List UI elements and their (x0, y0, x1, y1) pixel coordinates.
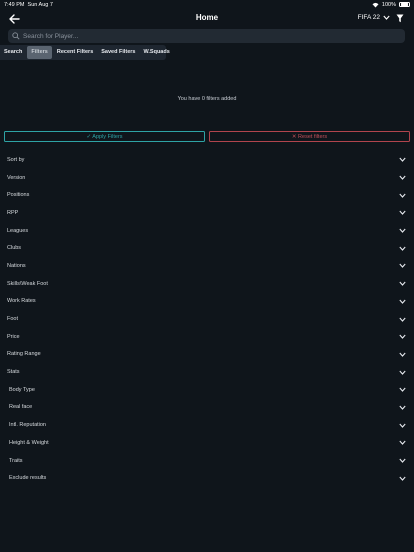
filter-label: Nations (7, 262, 26, 269)
chevron-down-icon (399, 476, 406, 481)
filter-label: Positions (7, 192, 30, 199)
filter-leagues[interactable]: Leagues (0, 222, 414, 240)
tab-search[interactable]: Search (0, 45, 26, 60)
search-bar[interactable] (8, 29, 405, 43)
chevron-down-icon (399, 193, 406, 198)
chevron-down-icon (399, 246, 406, 251)
filter-rpp[interactable]: RPP (0, 204, 414, 222)
filter-label: Rating Range (7, 351, 41, 358)
filter-traits[interactable]: Traits (0, 452, 414, 470)
battery-icon (399, 1, 410, 8)
status-right: 100% (372, 2, 410, 8)
filter-label: RPP (7, 209, 19, 216)
game-version-label: FIFA 22 (357, 14, 380, 21)
chevron-down-icon (399, 228, 406, 233)
apply-filters-button[interactable]: ✓ Apply Filters (4, 131, 205, 142)
tab-recent-filters[interactable]: Recent Filters (53, 45, 97, 60)
status-time-date: 7:49 PM Sun Aug 7 (4, 2, 53, 8)
filter-label: Foot (7, 316, 19, 323)
tab-filters[interactable]: Filters (27, 46, 52, 59)
filter-label: Price (7, 333, 20, 340)
tab-saved-filters[interactable]: Saved Filters (97, 45, 139, 60)
filter-body-type[interactable]: Body Type (0, 381, 414, 399)
filter-foot[interactable]: Foot (0, 310, 414, 328)
nav-bar: Home FIFA 22 (0, 10, 414, 28)
chevron-down-icon (399, 423, 406, 428)
filter-price[interactable]: Price (0, 328, 414, 346)
filter-work-rates[interactable]: Work Rates (0, 293, 414, 311)
filter-exclude-results[interactable]: Exclude results (0, 469, 414, 487)
filter-label: Version (7, 174, 26, 181)
chevron-down-icon (399, 370, 406, 375)
chevron-down-icon (399, 211, 406, 216)
chevron-down-icon (399, 157, 406, 163)
filter-label: Exclude results (9, 475, 47, 482)
filter-label: Traits (9, 457, 23, 464)
filter-version[interactable]: Version (0, 169, 414, 187)
chevron-down-icon (399, 175, 406, 180)
battery-percent: 100% (381, 1, 396, 8)
filter-nations[interactable]: Nations (0, 257, 414, 275)
filter-label: Sort by (7, 156, 25, 163)
search-icon (12, 32, 20, 40)
filter-label: Clubs (7, 245, 22, 252)
filter-real-face[interactable]: Real face (0, 399, 414, 417)
chevron-down-icon (383, 15, 390, 20)
filter-label: Intl. Reputation (9, 422, 46, 429)
chevron-down-icon (399, 387, 406, 393)
filter-skills-weak-foot[interactable]: Skills\Weak Foot (0, 275, 414, 293)
filter-label: Leagues (7, 227, 29, 234)
chevron-down-icon (399, 440, 406, 446)
filter-label: Real face (9, 404, 33, 411)
filter-height-weight[interactable]: Height & Weight (0, 434, 414, 452)
chevron-down-icon (399, 334, 406, 340)
empty-filters-message: You have 0 filters added (177, 96, 237, 102)
tab-w-squads[interactable]: W.Squads (140, 45, 174, 60)
tab-bar: Search Filters Recent Filters Saved Filt… (0, 45, 170, 60)
filter-intl-reputation[interactable]: Intl. Reputation (0, 416, 414, 434)
reset-filters-button[interactable]: ✕ Reset filters (209, 131, 410, 142)
chevron-down-icon (399, 352, 406, 357)
filter-clubs[interactable]: Clubs (0, 239, 414, 257)
filter-label: Body Type (9, 386, 35, 393)
filter-stats[interactable]: Stats (0, 363, 414, 381)
filter-sort-by[interactable]: Sort by (0, 151, 414, 169)
chevron-down-icon (399, 281, 406, 286)
filter-rating-range[interactable]: Rating Range (0, 346, 414, 364)
wifi-icon (372, 2, 379, 7)
status-bar: 7:49 PM Sun Aug 7 100% (0, 0, 414, 10)
chevron-down-icon (399, 405, 406, 410)
filter-label: Skills\Weak Foot (7, 280, 48, 287)
chevron-down-icon (399, 317, 406, 322)
filter-label: Work Rates (7, 298, 36, 305)
page-title: Home (195, 13, 219, 22)
game-version-select[interactable]: FIFA 22 (358, 14, 390, 21)
filter-label: Stats (7, 369, 20, 376)
chevron-down-icon (399, 299, 406, 304)
search-input[interactable] (23, 32, 405, 40)
filter-funnel-icon[interactable] (396, 14, 404, 23)
filter-label: Height & Weight (9, 439, 49, 446)
filter-positions[interactable]: Positions (0, 186, 414, 204)
chevron-down-icon (399, 458, 406, 463)
filter-list: Sort by Version Positions RPP Leagues Cl… (0, 151, 414, 487)
chevron-down-icon (399, 264, 406, 269)
